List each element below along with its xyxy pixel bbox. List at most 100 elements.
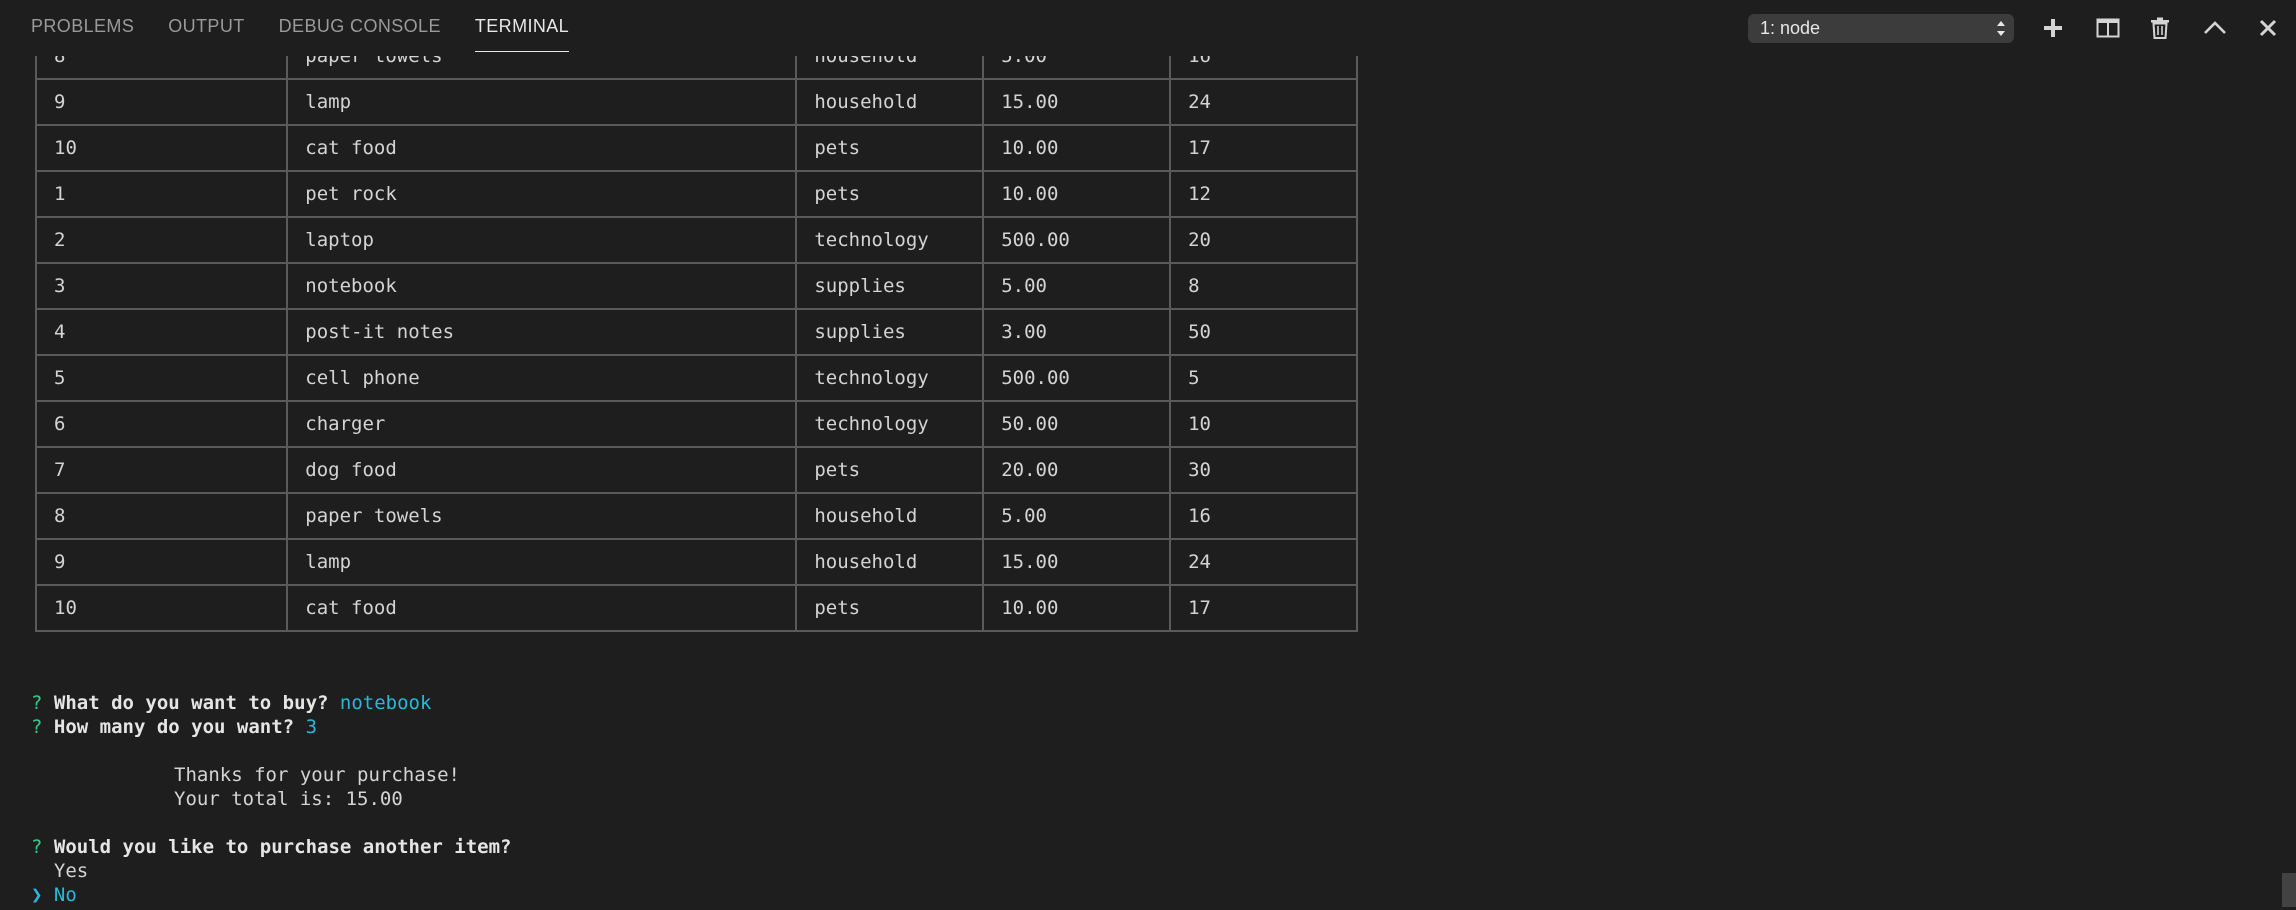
inventory-table-wrap: 8 paper towels household 5.00 16 9 lamp househo… <box>34 56 1358 632</box>
choice-label: No <box>53 884 77 906</box>
kill-terminal-button[interactable] <box>2143 12 2177 44</box>
tab-output[interactable]: OUTPUT <box>168 0 244 52</box>
stock-cell: 30 <box>1169 446 1358 494</box>
stock-cell: 20 <box>1169 216 1358 264</box>
pointer-icon: ❯ <box>31 884 43 906</box>
split-icon <box>2096 18 2120 38</box>
prompt-line-buy: ? What do you want to buy? notebook <box>31 691 431 715</box>
chevron-up-icon <box>2204 21 2226 34</box>
price-cell: 5.00 <box>982 492 1172 540</box>
maximize-panel-button[interactable] <box>2198 12 2232 44</box>
item-id-cell: 8 <box>34 56 289 80</box>
total-message: Your total is: 15.00 <box>174 788 403 810</box>
item-id-cell: 10 <box>34 124 289 172</box>
prompt-question: Would you like to purchase another item? <box>53 836 512 858</box>
stock-cell: 16 <box>1169 492 1358 540</box>
price-cell: 500.00 <box>982 354 1172 402</box>
stock-cell: 5 <box>1169 354 1358 402</box>
tab-debug-console[interactable]: DEBUG CONSOLE <box>279 0 441 52</box>
product-name-cell: paper towels <box>286 492 798 540</box>
trash-icon <box>2151 17 2169 39</box>
product-name-cell: lamp <box>286 538 798 586</box>
price-cell: 15.00 <box>982 538 1172 586</box>
table-row: 2 laptop technology 500.00 20 <box>34 216 1358 264</box>
scrollbar-thumb[interactable] <box>2282 873 2296 907</box>
stock-cell: 17 <box>1169 124 1358 172</box>
question-mark: ? <box>31 716 43 738</box>
price-cell: 15.00 <box>982 78 1172 126</box>
department-cell: technology <box>795 216 985 264</box>
department-cell: pets <box>795 124 985 172</box>
split-terminal-button[interactable] <box>2091 12 2125 44</box>
department-cell: pets <box>795 584 985 632</box>
close-panel-button[interactable] <box>2251 12 2285 44</box>
item-id-cell: 6 <box>34 400 289 448</box>
prompt-question: What do you want to buy? <box>53 692 329 714</box>
product-name-cell: cell phone <box>286 354 798 402</box>
choice-label: Yes <box>53 860 89 882</box>
price-cell: 20.00 <box>982 446 1172 494</box>
product-name-cell: lamp <box>286 78 798 126</box>
product-name-cell: charger <box>286 400 798 448</box>
stock-cell: 24 <box>1169 78 1358 126</box>
department-cell: supplies <box>795 308 985 356</box>
department-cell: pets <box>795 446 985 494</box>
table-row: 10 cat food pets 10.00 17 <box>34 124 1358 172</box>
price-cell: 10.00 <box>982 170 1172 218</box>
item-id-cell: 5 <box>34 354 289 402</box>
price-cell: 3.00 <box>982 308 1172 356</box>
tab-terminal[interactable]: TERMINAL <box>474 0 570 52</box>
price-cell: 10.00 <box>982 584 1172 632</box>
department-cell: technology <box>795 354 985 402</box>
terminal-select-value: 1: node <box>1760 18 1821 38</box>
item-id-cell: 9 <box>34 78 289 126</box>
prompt-answer: notebook <box>339 692 432 714</box>
stock-cell: 12 <box>1169 170 1358 218</box>
item-id-cell: 1 <box>34 170 289 218</box>
select-arrows-icon <box>1996 19 2006 38</box>
close-icon <box>2259 19 2277 37</box>
new-terminal-button[interactable] <box>2036 12 2070 44</box>
stock-cell: 50 <box>1169 308 1358 356</box>
department-cell: household <box>795 492 985 540</box>
item-id-cell: 4 <box>34 308 289 356</box>
table-row: 10 cat food pets 10.00 17 <box>34 584 1358 632</box>
item-id-cell: 9 <box>34 538 289 586</box>
item-id-cell: 3 <box>34 262 289 310</box>
product-name-cell: paper towels <box>286 56 798 80</box>
product-name-cell: cat food <box>286 124 798 172</box>
table-row: 6 charger technology 50.00 10 <box>34 400 1358 448</box>
department-cell: technology <box>795 400 985 448</box>
stock-cell: 10 <box>1169 400 1358 448</box>
stock-cell: 24 <box>1169 538 1358 586</box>
table-row: 8 paper towels household 5.00 16 <box>34 492 1358 540</box>
prompt-answer: 3 <box>305 716 318 738</box>
prompt-line-another: ? Would you like to purchase another ite… <box>31 835 511 859</box>
inventory-table: 8 paper towels household 5.00 16 9 lamp househo… <box>34 56 1358 632</box>
department-cell: household <box>795 56 985 80</box>
stock-cell: 17 <box>1169 584 1358 632</box>
department-cell: pets <box>795 170 985 218</box>
item-id-cell: 10 <box>34 584 289 632</box>
tab-problems[interactable]: PROBLEMS <box>31 0 134 52</box>
choice-yes[interactable]: Yes <box>31 859 88 883</box>
choice-no[interactable]: ❯ No <box>31 883 77 907</box>
item-id-cell: 7 <box>34 446 289 494</box>
table-row: 4 post-it notes supplies 3.00 50 <box>34 308 1358 356</box>
terminal-instance-select[interactable]: 1: node <box>1748 14 2014 43</box>
table-row: 9 lamp household 15.00 24 <box>34 78 1358 126</box>
price-cell: 5.00 <box>982 262 1172 310</box>
prompt-question: How many do you want? <box>53 716 295 738</box>
item-id-cell: 2 <box>34 216 289 264</box>
panel-tabs: PROBLEMS OUTPUT DEBUG CONSOLE TERMINAL <box>31 0 603 52</box>
question-mark: ? <box>31 692 43 714</box>
thanks-message: Thanks for your purchase! <box>174 764 460 786</box>
department-cell: household <box>795 538 985 586</box>
product-name-cell: dog food <box>286 446 798 494</box>
product-name-cell: pet rock <box>286 170 798 218</box>
terminal-output[interactable]: 8 paper towels household 5.00 16 9 lamp househo… <box>0 56 2296 910</box>
stock-cell: 8 <box>1169 262 1358 310</box>
product-name-cell: cat food <box>286 584 798 632</box>
panel-header: PROBLEMS OUTPUT DEBUG CONSOLE TERMINAL 1… <box>0 0 2296 56</box>
price-cell: 5.00 <box>982 56 1172 80</box>
